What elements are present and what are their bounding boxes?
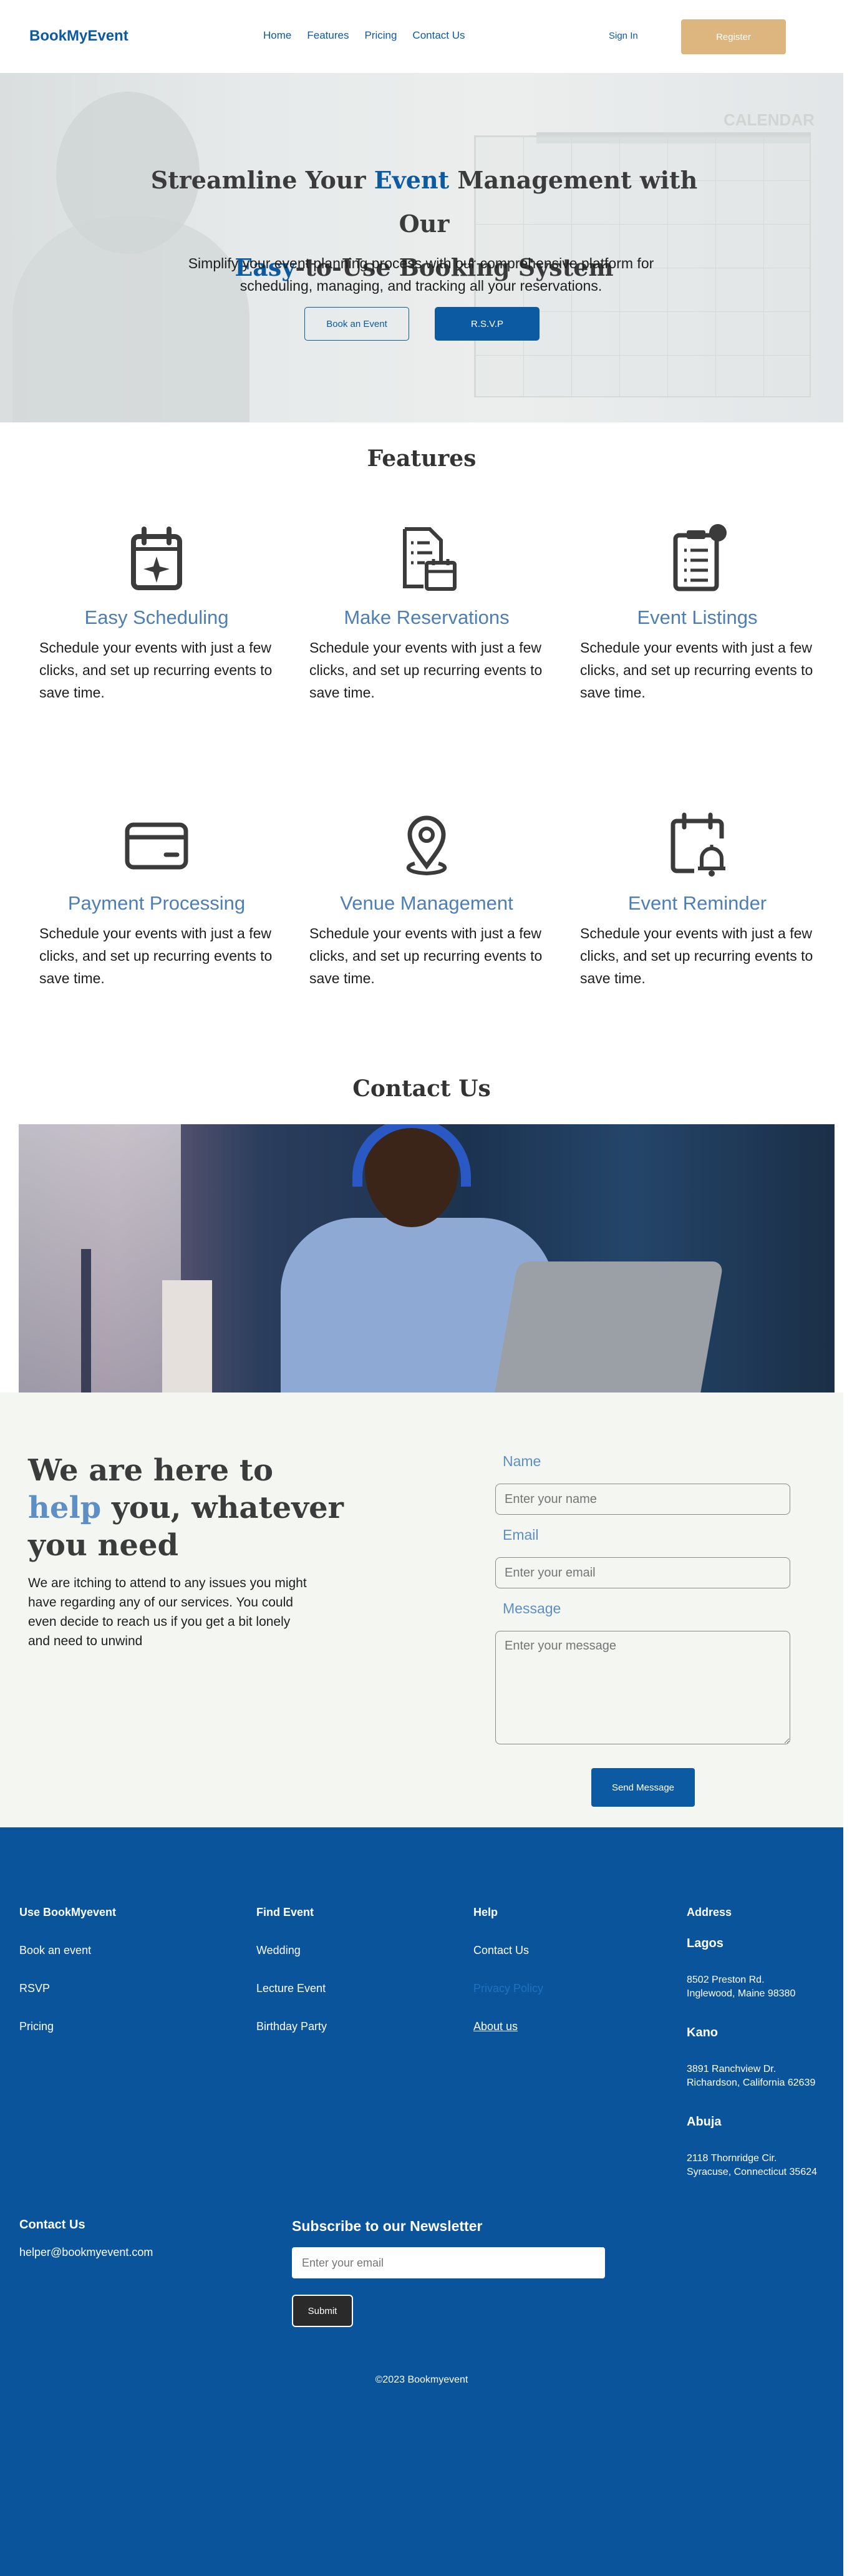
newsletter-submit-button[interactable]: Submit xyxy=(292,2295,353,2327)
photo-laptop xyxy=(492,1261,724,1392)
city-name: Lagos xyxy=(687,1937,724,1950)
footer-col-use: Use BookMyevent Book an event RSVP Prici… xyxy=(19,1906,116,2058)
footer-col-title: Use BookMyevent xyxy=(19,1906,117,1918)
contact-description: We are itching to attend to any issues y… xyxy=(28,1576,307,1648)
contact-heading: We are here to help you, whatever you ne… xyxy=(28,1453,344,1563)
message-label: Message xyxy=(503,1600,561,1616)
city-address: 3891 Ranchview Dr. Richardson, California… xyxy=(687,2064,816,2088)
newsletter: Subscribe to our Newsletter Submit xyxy=(292,2218,605,2327)
feature-description: Schedule your events with just a few cli… xyxy=(309,639,543,701)
city-name: Kano xyxy=(687,2026,718,2039)
footer-link-privacy[interactable]: Privacy Policy xyxy=(473,1982,543,1995)
name-field[interactable] xyxy=(495,1484,790,1515)
hero-subtitle: Simplify your event planning process wit… xyxy=(188,255,654,294)
email-label: Email xyxy=(503,1527,539,1543)
nav-link-contact[interactable]: Contact Us xyxy=(412,29,465,42)
feature-description: Schedule your events with just a few cli… xyxy=(39,639,273,701)
feature-description: Schedule your events with just a few cli… xyxy=(309,925,543,986)
brand-logo[interactable]: BookMyEvent xyxy=(29,27,128,45)
photo-headphones xyxy=(352,1124,471,1187)
footer-link-birthday[interactable]: Birthday Party xyxy=(256,2020,327,2033)
footer-col-title: Help xyxy=(473,1906,498,1918)
location-pin-icon xyxy=(406,815,447,876)
hero-section: CALENDAR Streamline Your Event Managemen… xyxy=(0,73,843,422)
footer-col-help: Help Contact Us Privacy Policy About us xyxy=(473,1906,543,2058)
nav-link-features[interactable]: Features xyxy=(307,29,349,42)
footer-contact: Contact Us helper@bookmyevent.com xyxy=(19,2218,153,2259)
calendar-bell-icon xyxy=(670,812,725,877)
hero-background-calendar-label: CALENDAR xyxy=(724,110,815,129)
footer-col-find: Find Event Wedding Lecture Event Birthda… xyxy=(256,1906,327,2058)
city-address: 8502 Preston Rd. Inglewood, Maine 98380 xyxy=(687,1975,796,1999)
credit-card-icon xyxy=(125,822,188,870)
newsletter-email-input[interactable] xyxy=(292,2247,605,2278)
email-field[interactable] xyxy=(495,1557,790,1588)
footer-contact-email[interactable]: helper@bookmyevent.com xyxy=(19,2246,153,2259)
footer-link-pricing[interactable]: Pricing xyxy=(19,2020,116,2033)
feature-card: Payment Processing Schedule your events … xyxy=(38,810,275,989)
footer-contact-title: Contact Us xyxy=(19,2218,85,2232)
feature-card: Make Reservations Schedule your events w… xyxy=(308,524,545,704)
photo-wall xyxy=(19,1124,181,1392)
feature-description: Schedule your events with just a few cli… xyxy=(39,925,273,986)
footer-col-title: Find Event xyxy=(256,1906,314,1918)
feature-description: Schedule your events with just a few cli… xyxy=(580,639,813,701)
nav-link-pricing[interactable]: Pricing xyxy=(364,29,397,42)
feature-title: Venue Management xyxy=(340,892,513,914)
footer: Use BookMyevent Book an event RSVP Prici… xyxy=(0,1827,843,2576)
city-address: 2118 Thornridge Cir. Syracuse, Connecticu… xyxy=(687,2153,818,2177)
send-message-button[interactable]: Send Message xyxy=(591,1768,695,1807)
features-title: Features xyxy=(367,445,477,472)
name-label: Name xyxy=(503,1453,541,1469)
listing-document-icon xyxy=(673,524,727,591)
contact-section: We are here to help you, whatever you ne… xyxy=(0,1392,843,1829)
page: BookMyEvent Home Features Pricing Contac… xyxy=(0,0,852,2576)
newsletter-title: Subscribe to our Newsletter xyxy=(292,2218,483,2234)
nav-links: Home Features Pricing Contact Us xyxy=(263,29,481,42)
footer-col-address: Address Lagos 8502 Preston Rd. Inglewood,… xyxy=(687,1906,836,2179)
feature-card: Event Reminder Schedule your events with… xyxy=(579,810,816,989)
footer-link-rsvp[interactable]: RSVP xyxy=(19,1982,116,1995)
feature-title: Payment Processing xyxy=(67,892,246,914)
feature-title: Event Listings xyxy=(637,606,758,628)
feature-card: Venue Management Schedule your events wi… xyxy=(308,810,545,989)
contact-title: Contact Us xyxy=(352,1076,491,1102)
footer-link-wedding[interactable]: Wedding xyxy=(256,1944,327,1957)
calendar-star-icon xyxy=(131,527,182,590)
nav-link-home[interactable]: Home xyxy=(263,29,291,42)
feature-card: Event Listings Schedule your events with… xyxy=(579,524,816,704)
footer-link-about[interactable]: About us xyxy=(473,2020,543,2033)
sign-in-link[interactable]: Sign In xyxy=(609,31,638,41)
feature-title: Event Reminder xyxy=(627,892,767,914)
feature-title: Easy Scheduling xyxy=(84,606,229,628)
message-field[interactable] xyxy=(495,1631,790,1744)
footer-link-contact[interactable]: Contact Us xyxy=(473,1944,543,1957)
feature-card: Easy Scheduling Schedule your events wit… xyxy=(38,524,275,704)
footer-link-lecture[interactable]: Lecture Event xyxy=(256,1982,327,1995)
footer-col-title: Address xyxy=(687,1906,732,1918)
feature-title: Make Reservations xyxy=(344,606,510,628)
city-name: Abuja xyxy=(687,2115,722,2129)
contact-photo xyxy=(19,1124,835,1392)
documents-calendar-icon xyxy=(403,527,457,591)
book-event-button[interactable]: Book an Event xyxy=(304,307,409,341)
top-nav: BookMyEvent Home Features Pricing Contac… xyxy=(0,0,843,73)
register-button[interactable]: Register xyxy=(681,19,786,54)
footer-link-book-event[interactable]: Book an event xyxy=(19,1944,116,1957)
rsvp-button[interactable]: R.S.V.P xyxy=(435,307,540,341)
copyright: ©2023 Bookmyevent xyxy=(375,2374,468,2385)
feature-description: Schedule your events with just a few cli… xyxy=(580,925,813,986)
